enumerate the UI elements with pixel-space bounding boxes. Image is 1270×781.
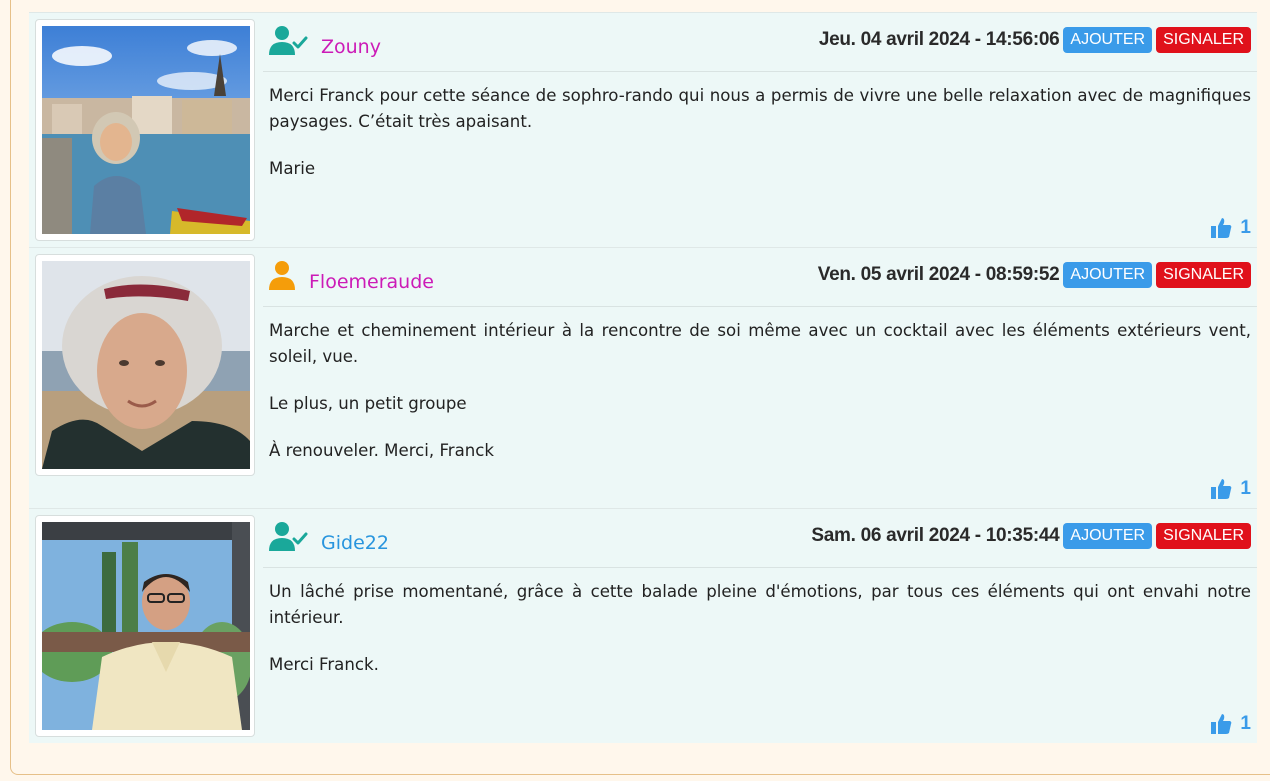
comment-meta: Ven. 05 avril 2024 - 08:59:52 AJOUTER SI… — [818, 262, 1251, 288]
avatar-photo — [42, 522, 250, 730]
comment-paragraph: Le plus, un petit groupe — [269, 394, 467, 413]
like-count: 1 — [1240, 713, 1251, 734]
thumbs-up-icon — [1211, 479, 1232, 499]
comment-date: Sam. 06 avril 2024 - 10:35:44 — [811, 525, 1060, 546]
thumbs-up-icon — [1211, 218, 1232, 238]
username[interactable]: Floemeraude — [309, 271, 434, 293]
comment-body: Marche et cheminement intérieur à la ren… — [269, 318, 1251, 485]
comment-paragraph: Marche et cheminement intérieur à la ren… — [269, 321, 1251, 366]
like-button[interactable]: 1 — [1210, 478, 1251, 500]
username[interactable]: Gide22 — [321, 532, 389, 554]
comment-meta: Sam. 06 avril 2024 - 10:35:44 AJOUTER SI… — [811, 523, 1251, 549]
avatar-photo — [42, 26, 250, 234]
comment-paragraph: Un lâché prise momentané, grâce à cette … — [269, 582, 1251, 627]
add-button[interactable]: AJOUTER — [1063, 27, 1153, 53]
comment-item: Gide22 Sam. 06 avril 2024 - 10:35:44 AJO… — [29, 508, 1257, 743]
avatar-photo — [42, 261, 250, 469]
comment-date: Ven. 05 avril 2024 - 08:59:52 — [817, 264, 1060, 285]
comment-header: Gide22 Sam. 06 avril 2024 - 10:35:44 AJO… — [263, 509, 1257, 568]
comment-date: Jeu. 04 avril 2024 - 14:56:06 — [818, 29, 1060, 50]
report-button[interactable]: SIGNALER — [1156, 523, 1251, 549]
comment-paragraph: Merci Franck. — [269, 655, 379, 674]
comment-header: Floemeraude Ven. 05 avril 2024 - 08:59:5… — [263, 248, 1257, 307]
user-check-icon — [269, 26, 308, 55]
avatar[interactable] — [35, 19, 255, 241]
like-button[interactable]: 1 — [1210, 217, 1251, 239]
like-button[interactable]: 1 — [1210, 713, 1251, 735]
comment-body: Merci Franck pour cette séance de sophro… — [269, 83, 1251, 203]
thumbs-up-icon — [1211, 714, 1232, 734]
user-icon — [269, 261, 295, 290]
user-check-icon — [269, 522, 308, 551]
comment-list: Zouny Jeu. 04 avril 2024 - 14:56:06 AJOU… — [29, 12, 1257, 743]
add-button[interactable]: AJOUTER — [1063, 262, 1153, 288]
comment-paragraph: À renouveler. Merci, Franck — [269, 441, 495, 460]
username[interactable]: Zouny — [321, 36, 381, 58]
avatar[interactable] — [35, 515, 255, 737]
report-button[interactable]: SIGNALER — [1156, 27, 1251, 53]
comment-item: Zouny Jeu. 04 avril 2024 - 14:56:06 AJOU… — [29, 12, 1257, 247]
like-count: 1 — [1240, 217, 1251, 238]
comment-header: Zouny Jeu. 04 avril 2024 - 14:56:06 AJOU… — [263, 13, 1257, 72]
avatar[interactable] — [35, 254, 255, 476]
report-button[interactable]: SIGNALER — [1156, 262, 1251, 288]
comment-item: Floemeraude Ven. 05 avril 2024 - 08:59:5… — [29, 247, 1257, 508]
comment-meta: Jeu. 04 avril 2024 - 14:56:06 AJOUTER SI… — [819, 27, 1251, 53]
comment-paragraph: Merci Franck pour cette séance de sophro… — [269, 86, 1251, 131]
like-count: 1 — [1240, 478, 1251, 499]
add-button[interactable]: AJOUTER — [1063, 523, 1153, 549]
comment-paragraph: Marie — [269, 159, 316, 178]
comment-body: Un lâché prise momentané, grâce à cette … — [269, 579, 1251, 699]
